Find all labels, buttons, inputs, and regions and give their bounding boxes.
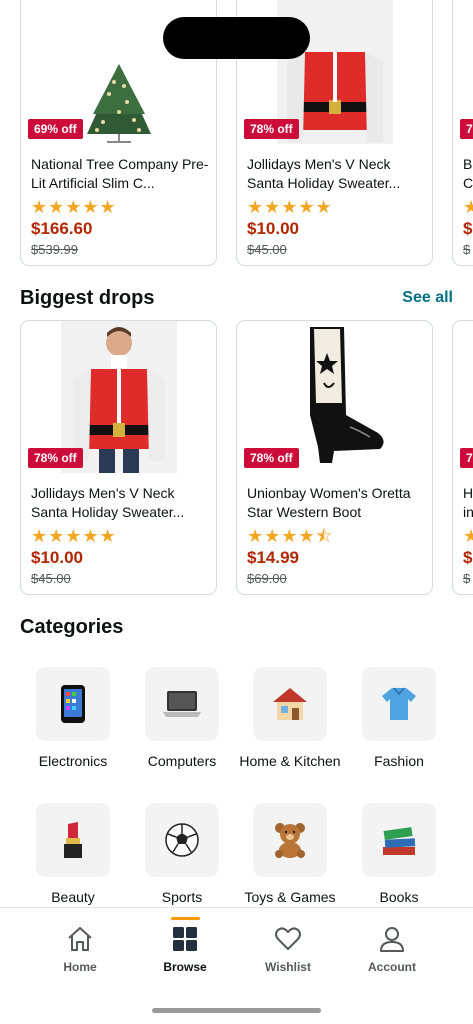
soccer-ball-icon bbox=[145, 803, 219, 877]
person-icon bbox=[333, 924, 451, 954]
tab-label: Wishlist bbox=[265, 960, 311, 974]
discount-badge: 7 bbox=[460, 448, 473, 468]
product-card-partial[interactable]: 7 BC ★ $ $ bbox=[452, 0, 473, 266]
tab-home[interactable]: Home bbox=[21, 908, 139, 974]
half-star-icon: ⯪ bbox=[315, 526, 334, 546]
original-price: $45.00 bbox=[31, 571, 71, 586]
active-tab-indicator bbox=[171, 917, 200, 920]
original-price: $ bbox=[463, 571, 471, 586]
category-home-kitchen[interactable]: Home & Kitchen bbox=[236, 667, 344, 769]
category-label: Electronics bbox=[38, 753, 108, 769]
product-title[interactable]: Jollidays Men's V Neck Santa Holiday Swe… bbox=[31, 484, 211, 522]
tab-label: Home bbox=[63, 960, 97, 974]
category-label: Computers bbox=[147, 753, 217, 769]
laptop-icon bbox=[145, 667, 219, 741]
section-title-biggest-drops: Biggest drops bbox=[20, 287, 155, 309]
discount-badge: 78% off bbox=[244, 448, 299, 468]
category-label: Beauty bbox=[51, 889, 95, 905]
grid-icon bbox=[126, 924, 244, 954]
category-beauty[interactable]: Beauty bbox=[19, 803, 127, 905]
home-icon bbox=[21, 924, 139, 954]
category-electronics[interactable]: Electronics bbox=[19, 667, 127, 769]
original-price: $539.99 bbox=[31, 242, 78, 257]
original-price: $ bbox=[463, 242, 471, 257]
category-toys-games[interactable]: Toys & Games bbox=[236, 803, 344, 905]
section-title-categories: Categories bbox=[20, 616, 124, 638]
heart-icon bbox=[229, 924, 347, 954]
product-title[interactable]: National Tree Company Pre-Lit Artificial… bbox=[31, 155, 211, 193]
category-computers[interactable]: Computers bbox=[128, 667, 236, 769]
star-rating: ★★★★★ bbox=[31, 197, 117, 217]
product-price: $ bbox=[463, 548, 473, 567]
product-card[interactable]: 78% off Jollidays Men's V Neck Santa Hol… bbox=[20, 320, 217, 595]
product-price: $14.99 bbox=[247, 548, 299, 567]
bottom-tab-bar: Home Browse Wishlist Account bbox=[0, 907, 473, 1024]
star-rating: ★★★★★ bbox=[247, 197, 333, 217]
category-label: Books bbox=[379, 889, 419, 905]
original-price: $69.00 bbox=[247, 571, 287, 586]
teddy-bear-icon bbox=[253, 803, 327, 877]
category-label: Home & Kitchen bbox=[239, 753, 341, 769]
house-icon bbox=[253, 667, 327, 741]
product-price: $166.60 bbox=[31, 219, 93, 238]
tab-label: Browse bbox=[163, 960, 207, 974]
tab-label: Account bbox=[368, 960, 416, 974]
category-fashion[interactable]: Fashion bbox=[345, 667, 453, 769]
browse-screen: 69% off National Tree Company Pre-Lit Ar… bbox=[0, 0, 473, 1024]
star-rating: ★ bbox=[463, 526, 473, 546]
star-rating: ★ bbox=[463, 197, 473, 217]
books-icon bbox=[362, 803, 436, 877]
star-rating: ★★★★★ bbox=[31, 526, 117, 546]
product-price: $10.00 bbox=[247, 219, 299, 238]
see-all-link[interactable]: See all bbox=[402, 289, 453, 307]
shirt-icon bbox=[362, 667, 436, 741]
product-card[interactable]: 78% off Unionbay Women's Oretta Star Wes… bbox=[236, 320, 433, 595]
category-books[interactable]: Books bbox=[345, 803, 453, 905]
product-title[interactable]: Hin bbox=[463, 484, 473, 522]
tab-wishlist[interactable]: Wishlist bbox=[229, 908, 347, 974]
lipstick-icon bbox=[36, 803, 110, 877]
tab-account[interactable]: Account bbox=[333, 908, 451, 974]
discount-badge: 78% off bbox=[28, 448, 83, 468]
category-label: Fashion bbox=[374, 753, 424, 769]
product-card-partial[interactable]: 7 Hin ★ $ $ bbox=[452, 320, 473, 595]
star-rating: ★★★★⯪ bbox=[247, 526, 334, 546]
product-title[interactable]: Unionbay Women's Oretta Star Western Boo… bbox=[247, 484, 427, 522]
category-sports[interactable]: Sports bbox=[128, 803, 236, 905]
full-stars: ★★★★ bbox=[247, 526, 316, 546]
discount-badge: 69% off bbox=[28, 119, 83, 139]
tab-browse[interactable]: Browse bbox=[126, 908, 244, 974]
electronics-icon bbox=[36, 667, 110, 741]
product-title[interactable]: BC bbox=[463, 155, 473, 193]
home-indicator[interactable] bbox=[152, 1008, 321, 1013]
category-label: Toys & Games bbox=[244, 889, 336, 905]
discount-badge: 78% off bbox=[244, 119, 299, 139]
dynamic-island bbox=[163, 17, 310, 59]
product-title[interactable]: Jollidays Men's V Neck Santa Holiday Swe… bbox=[247, 155, 427, 193]
category-label: Sports bbox=[161, 889, 203, 905]
discount-badge: 7 bbox=[460, 119, 473, 139]
original-price: $45.00 bbox=[247, 242, 287, 257]
product-price: $ bbox=[463, 219, 473, 238]
product-price: $10.00 bbox=[31, 548, 83, 567]
